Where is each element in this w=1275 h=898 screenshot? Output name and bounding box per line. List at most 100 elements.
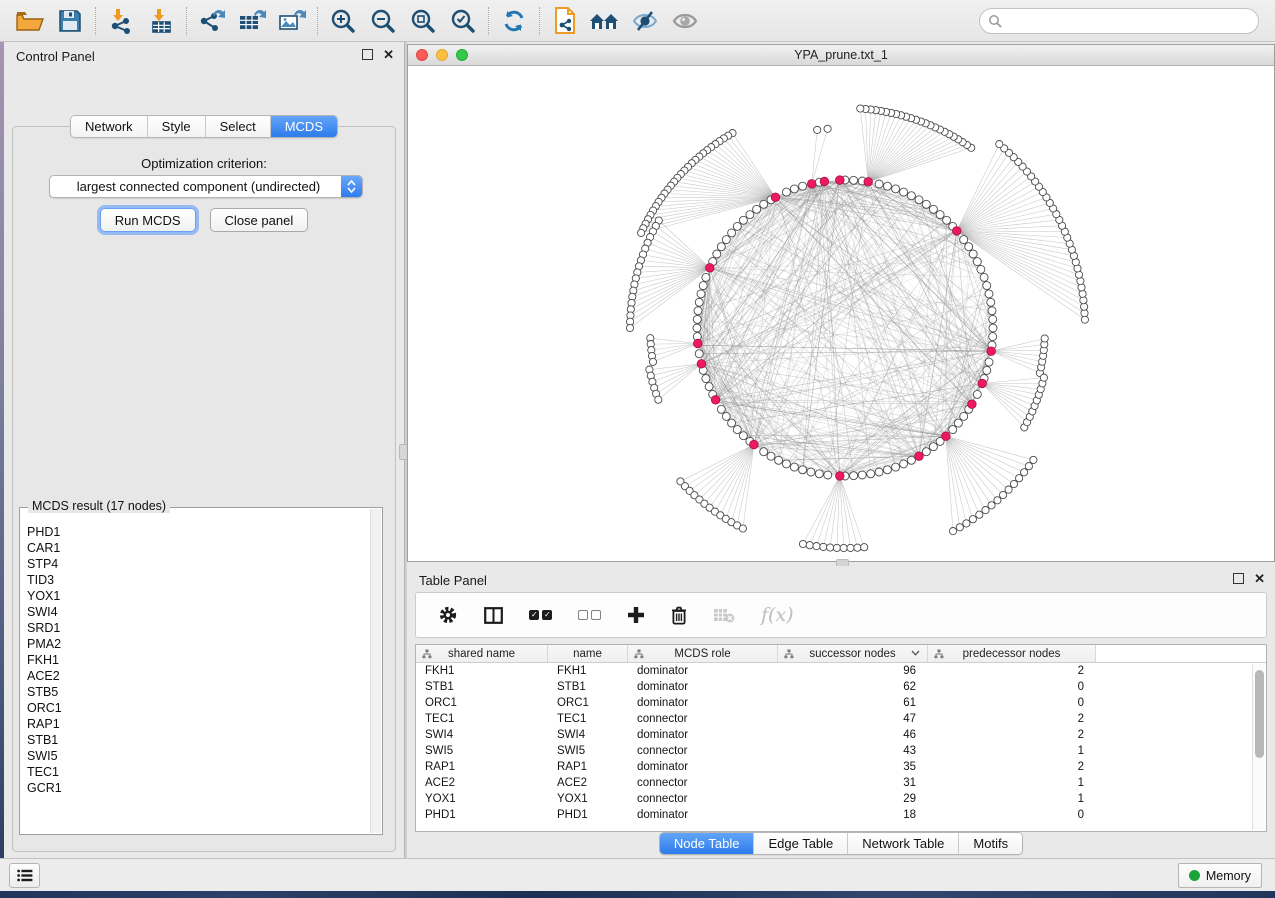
network-leaf-node[interactable]	[655, 396, 662, 403]
table-cell-mcds_role[interactable]: connector	[628, 743, 778, 759]
mcds-result-item[interactable]: PHD1	[27, 524, 370, 540]
table-scrollbar[interactable]	[1252, 664, 1265, 830]
table-cell-predecessor_nodes[interactable]: 2	[928, 727, 1096, 743]
network-leaf-node[interactable]	[994, 497, 1001, 504]
table-cell-successor_nodes[interactable]: 35	[778, 759, 928, 775]
table-cell-mcds_role[interactable]: dominator	[628, 663, 778, 679]
optimization-select[interactable]: largest connected component (undirected)	[49, 175, 363, 198]
table-cell-predecessor_nodes[interactable]: 2	[928, 711, 1096, 727]
tab-select[interactable]: Select	[206, 116, 271, 137]
network-node[interactable]	[728, 229, 736, 237]
table-cell-shared_name[interactable]: STB1	[416, 679, 548, 695]
network-node[interactable]	[883, 182, 891, 190]
table-cell-shared_name[interactable]: SWI5	[416, 743, 548, 759]
mcds-dominator-node[interactable]	[807, 180, 816, 189]
network-leaf-node[interactable]	[1005, 486, 1012, 493]
table-cell-mcds_role[interactable]: connector	[628, 711, 778, 727]
network-node[interactable]	[977, 265, 985, 273]
network-node[interactable]	[960, 412, 968, 420]
table-row[interactable]: SWI4SWI4dominator462	[416, 727, 1266, 743]
close-panel-icon[interactable]: ✕	[383, 49, 394, 60]
network-node[interactable]	[760, 200, 768, 208]
table-cell-successor_nodes[interactable]: 43	[778, 743, 928, 759]
network-node[interactable]	[746, 211, 754, 219]
network-node[interactable]	[989, 333, 997, 341]
network-node[interactable]	[929, 443, 937, 451]
table-cell-shared_name[interactable]: TEC1	[416, 711, 548, 727]
network-node[interactable]	[702, 273, 710, 281]
mcds-dominator-node[interactable]	[706, 264, 715, 273]
table-row[interactable]: RAP1RAP1dominator352	[416, 759, 1266, 775]
table-cell-shared_name[interactable]: YOX1	[416, 791, 548, 807]
network-canvas[interactable]	[408, 66, 1274, 561]
network-node[interactable]	[875, 468, 883, 476]
network-node[interactable]	[733, 426, 741, 434]
table-cell-predecessor_nodes[interactable]: 0	[928, 807, 1096, 823]
mcds-dominator-node[interactable]	[952, 227, 961, 236]
mcds-dominator-node[interactable]	[711, 396, 720, 405]
mcds-dominator-node[interactable]	[978, 379, 987, 388]
network-node[interactable]	[985, 358, 993, 366]
table-cell-successor_nodes[interactable]: 96	[778, 663, 928, 679]
open-session-button[interactable]	[10, 4, 50, 38]
table-cell-mcds_role[interactable]: connector	[628, 791, 778, 807]
network-node[interactable]	[960, 236, 968, 244]
add-column-button[interactable]	[627, 606, 645, 624]
network-node[interactable]	[760, 448, 768, 456]
refresh-button[interactable]	[494, 4, 534, 38]
mcds-dominator-node[interactable]	[697, 360, 706, 369]
network-node[interactable]	[695, 298, 703, 306]
network-node[interactable]	[969, 250, 977, 258]
network-leaf-node[interactable]	[956, 524, 963, 531]
mcds-dominator-node[interactable]	[987, 347, 996, 356]
network-node[interactable]	[987, 298, 995, 306]
mcds-dominator-node[interactable]	[694, 339, 703, 348]
network-node[interactable]	[915, 196, 923, 204]
mcds-list-scrollbar[interactable]	[370, 509, 381, 833]
network-node[interactable]	[883, 466, 891, 474]
memory-button[interactable]: Memory	[1178, 863, 1262, 888]
table-cell-name[interactable]: TEC1	[548, 711, 628, 727]
table-cell-predecessor_nodes[interactable]: 0	[928, 679, 1096, 695]
mcds-result-item[interactable]: STB1	[27, 732, 370, 748]
table-cell-shared_name[interactable]: ORC1	[416, 695, 548, 711]
window-maximize-button[interactable]	[456, 49, 468, 61]
mcds-result-item[interactable]: ACE2	[27, 668, 370, 684]
export-network-button[interactable]	[192, 4, 232, 38]
mcds-result-item[interactable]: TEC1	[27, 764, 370, 780]
network-node[interactable]	[850, 472, 858, 480]
mcds-result-item[interactable]: SRD1	[27, 620, 370, 636]
network-node[interactable]	[922, 448, 930, 456]
zoom-selected-button[interactable]	[443, 4, 483, 38]
network-node[interactable]	[824, 471, 832, 479]
network-node[interactable]	[739, 216, 747, 224]
table-cell-name[interactable]: ORC1	[548, 695, 628, 711]
network-node[interactable]	[713, 250, 721, 258]
network-node[interactable]	[985, 290, 993, 298]
column-header[interactable]: successor nodes	[778, 645, 928, 662]
mcds-result-item[interactable]: STB5	[27, 684, 370, 700]
table-row[interactable]: FKH1FKH1dominator962	[416, 663, 1266, 679]
network-node[interactable]	[983, 366, 991, 374]
table-cell-successor_nodes[interactable]: 47	[778, 711, 928, 727]
tab-mcds[interactable]: MCDS	[271, 116, 337, 137]
network-leaf-node[interactable]	[854, 544, 861, 551]
table-cell-shared_name[interactable]: FKH1	[416, 663, 548, 679]
deselect-all-button[interactable]	[578, 610, 601, 620]
network-leaf-node[interactable]	[649, 358, 656, 365]
zoom-fit-button[interactable]	[403, 4, 443, 38]
network-node[interactable]	[782, 188, 790, 196]
mcds-result-item[interactable]: STP4	[27, 556, 370, 572]
network-node[interactable]	[954, 419, 962, 427]
zoom-out-button[interactable]	[363, 4, 403, 38]
delete-column-button[interactable]	[671, 606, 687, 625]
mcds-result-item[interactable]: CAR1	[27, 540, 370, 556]
table-row[interactable]: TEC1TEC1connector472	[416, 711, 1266, 727]
mcds-dominator-node[interactable]	[942, 432, 951, 441]
window-close-button[interactable]	[416, 49, 428, 61]
network-leaf-node[interactable]	[1000, 491, 1007, 498]
network-node[interactable]	[799, 182, 807, 190]
network-node[interactable]	[943, 216, 951, 224]
network-leaf-node[interactable]	[1040, 374, 1047, 381]
tab-network-table[interactable]: Network Table	[848, 833, 959, 854]
